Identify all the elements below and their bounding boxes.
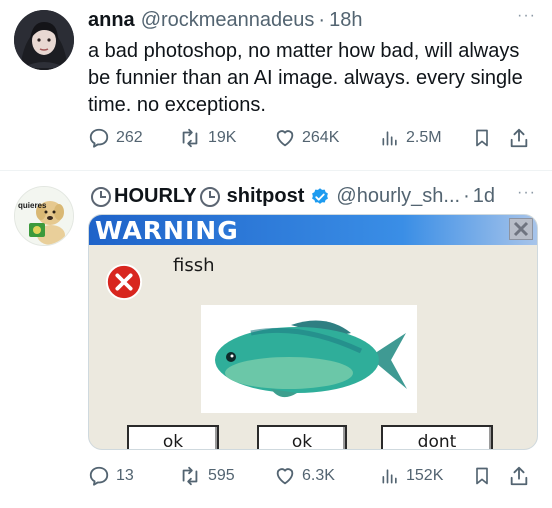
timestamp[interactable]: 1d [473,185,495,208]
tweet-header: HOURLY shitpost @hourly_sh... · 1d [88,185,495,208]
reply-icon [89,128,109,148]
views-icon [382,469,397,484]
author-handle[interactable]: @hourly_sh... [336,185,460,208]
share-button[interactable] [508,465,532,487]
views-count: 2.5M [406,129,442,146]
bookmark-button[interactable] [472,127,508,149]
reply-button[interactable]: 262 [88,127,178,149]
like-button[interactable]: 6.3K [274,465,380,487]
error-icon [105,263,143,301]
window-body: fissh ok ok dont [89,245,537,449]
clock-icon [91,186,111,207]
reply-count: 262 [116,129,143,146]
bookmark-button[interactable] [472,465,508,487]
tweet-divider [0,170,552,171]
tweet-header: anna @rockmeannadeus · 18h [88,9,362,32]
author-name[interactable]: anna [88,9,135,32]
separator: · [463,185,470,207]
tweet-text: a bad photoshop, no matter how bad, will… [88,40,523,116]
author-handle[interactable]: @rockmeannadeus [141,9,315,32]
reply-count: 13 [116,467,134,484]
retweet-button[interactable]: 595 [178,465,274,487]
tweet-actions: 262 19K 264K 2.5M [88,127,538,149]
tweet-actions: 13 595 6.3K 152K [88,465,538,487]
heart-icon [276,468,294,485]
dont-button: dont [381,425,493,449]
error-message: fissh [173,255,215,276]
retweet-count: 19K [208,129,237,146]
share-icon [510,466,528,486]
retweet-icon [182,466,198,486]
share-button[interactable] [508,127,532,149]
reply-button[interactable]: 13 [88,465,178,487]
retweet-button[interactable]: 19K [178,127,274,149]
author-name[interactable]: HOURLY [114,185,197,208]
avatar[interactable] [14,10,74,70]
bookmark-icon [476,467,488,485]
like-count: 264K [302,129,340,146]
ok-button-second: ok [257,425,347,449]
views-button[interactable]: 2.5M [380,127,472,149]
views-button[interactable]: 152K [380,465,472,487]
like-button[interactable]: 264K [274,127,380,149]
bookmark-icon [476,129,488,147]
reply-icon [89,466,109,486]
more-options-icon[interactable]: ··· [517,7,536,25]
tweet-hourly-shitpost[interactable]: quieres HOURLY shitpost @hourly_sh... · … [0,172,552,508]
like-count: 6.3K [302,467,335,484]
timestamp[interactable]: 18h [329,9,362,32]
verified-badge-icon [312,187,329,204]
clock-icon [199,186,220,207]
share-icon [510,128,528,148]
heart-icon [276,130,294,147]
separator: · [318,9,326,31]
meme-image[interactable]: WARNING fissh ok ok dont [88,214,538,450]
window-title: WARNING [95,216,239,245]
tweet-anna[interactable]: anna @rockmeannadeus · 18h ··· a bad pho… [0,0,552,170]
close-icon [509,218,533,240]
more-options-icon[interactable]: ··· [517,184,536,202]
avatar[interactable]: quieres [14,186,74,246]
fish-picture [201,305,417,413]
retweet-icon [182,128,198,148]
views-icon [382,131,397,146]
avatar-caption: quieres [18,201,47,210]
author-name-suffix[interactable]: shitpost [227,185,305,208]
ok-button: ok [127,425,219,449]
views-count: 152K [406,467,444,484]
retweet-count: 595 [208,467,235,484]
window-title-bar: WARNING [89,215,537,245]
